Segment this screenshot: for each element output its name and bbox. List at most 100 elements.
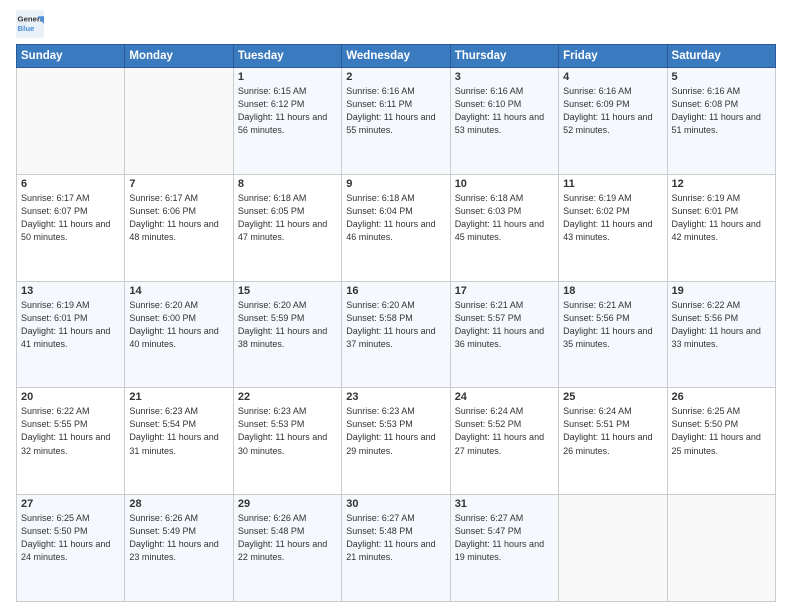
day-info: Sunrise: 6:16 AMSunset: 6:10 PMDaylight:…	[455, 85, 554, 137]
day-info: Sunrise: 6:24 AMSunset: 5:51 PMDaylight:…	[563, 405, 662, 457]
day-number: 28	[129, 498, 228, 510]
day-info: Sunrise: 6:20 AMSunset: 6:00 PMDaylight:…	[129, 299, 228, 351]
calendar-cell: 16 Sunrise: 6:20 AMSunset: 5:58 PMDayligh…	[342, 281, 450, 388]
day-number: 9	[346, 178, 445, 190]
day-number: 18	[563, 285, 662, 297]
calendar-cell	[125, 68, 233, 175]
day-info: Sunrise: 6:22 AMSunset: 5:55 PMDaylight:…	[21, 405, 120, 457]
calendar-cell	[17, 68, 125, 175]
calendar-cell: 5 Sunrise: 6:16 AMSunset: 6:08 PMDaylight…	[667, 68, 775, 175]
day-number: 16	[346, 285, 445, 297]
day-info: Sunrise: 6:26 AMSunset: 5:49 PMDaylight:…	[129, 512, 228, 564]
day-number: 15	[238, 285, 337, 297]
day-number: 23	[346, 391, 445, 403]
day-number: 10	[455, 178, 554, 190]
day-number: 19	[672, 285, 771, 297]
calendar-cell: 14 Sunrise: 6:20 AMSunset: 6:00 PMDayligh…	[125, 281, 233, 388]
calendar-cell: 13Sunrise: 6:19 AMSunset: 6:01 PMDayligh…	[17, 281, 125, 388]
page: General Blue SundayMondayTuesdayWednesda…	[0, 0, 792, 612]
calendar-col-saturday: Saturday	[667, 45, 775, 68]
logo-icon: General Blue	[16, 10, 44, 38]
day-info: Sunrise: 6:26 AMSunset: 5:48 PMDaylight:…	[238, 512, 337, 564]
day-info: Sunrise: 6:20 AMSunset: 5:59 PMDaylight:…	[238, 299, 337, 351]
day-number: 7	[129, 178, 228, 190]
day-info: Sunrise: 6:23 AMSunset: 5:53 PMDaylight:…	[238, 405, 337, 457]
day-info: Sunrise: 6:18 AMSunset: 6:05 PMDaylight:…	[238, 192, 337, 244]
calendar-cell: 17Sunrise: 6:21 AMSunset: 5:57 PMDayligh…	[450, 281, 558, 388]
day-info: Sunrise: 6:16 AMSunset: 6:09 PMDaylight:…	[563, 85, 662, 137]
day-info: Sunrise: 6:23 AMSunset: 5:53 PMDaylight:…	[346, 405, 445, 457]
day-number: 20	[21, 391, 120, 403]
day-number: 31	[455, 498, 554, 510]
logo: General Blue	[16, 10, 48, 38]
calendar-cell: 24 Sunrise: 6:24 AMSunset: 5:52 PMDayligh…	[450, 388, 558, 495]
calendar-cell: 25 Sunrise: 6:24 AMSunset: 5:51 PMDayligh…	[559, 388, 667, 495]
day-number: 25	[563, 391, 662, 403]
calendar-col-wednesday: Wednesday	[342, 45, 450, 68]
day-info: Sunrise: 6:16 AMSunset: 6:08 PMDaylight:…	[672, 85, 771, 137]
svg-text:Blue: Blue	[18, 24, 36, 33]
calendar-cell: 19 Sunrise: 6:22 AMSunset: 5:56 PMDayligh…	[667, 281, 775, 388]
calendar-cell: 27Sunrise: 6:25 AMSunset: 5:50 PMDayligh…	[17, 495, 125, 602]
day-number: 22	[238, 391, 337, 403]
day-number: 24	[455, 391, 554, 403]
day-info: Sunrise: 6:17 AMSunset: 6:06 PMDaylight:…	[129, 192, 228, 244]
calendar-cell	[667, 495, 775, 602]
day-number: 21	[129, 391, 228, 403]
day-number: 5	[672, 71, 771, 83]
calendar-cell: 8 Sunrise: 6:18 AMSunset: 6:05 PMDaylight…	[233, 174, 341, 281]
calendar-col-sunday: Sunday	[17, 45, 125, 68]
svg-text:General: General	[18, 15, 44, 24]
calendar-cell: 15 Sunrise: 6:20 AMSunset: 5:59 PMDayligh…	[233, 281, 341, 388]
calendar-cell: 1 Sunrise: 6:15 AMSunset: 6:12 PMDaylight…	[233, 68, 341, 175]
day-number: 30	[346, 498, 445, 510]
calendar-cell: 7 Sunrise: 6:17 AMSunset: 6:06 PMDaylight…	[125, 174, 233, 281]
calendar-cell: 23 Sunrise: 6:23 AMSunset: 5:53 PMDayligh…	[342, 388, 450, 495]
calendar-week-5: 27Sunrise: 6:25 AMSunset: 5:50 PMDayligh…	[17, 495, 776, 602]
day-number: 8	[238, 178, 337, 190]
calendar-week-4: 20 Sunrise: 6:22 AMSunset: 5:55 PMDayligh…	[17, 388, 776, 495]
day-info: Sunrise: 6:23 AMSunset: 5:54 PMDaylight:…	[129, 405, 228, 457]
calendar-cell: 12 Sunrise: 6:19 AMSunset: 6:01 PMDayligh…	[667, 174, 775, 281]
day-info: Sunrise: 6:18 AMSunset: 6:03 PMDaylight:…	[455, 192, 554, 244]
day-number: 27	[21, 498, 120, 510]
calendar-cell: 21 Sunrise: 6:23 AMSunset: 5:54 PMDayligh…	[125, 388, 233, 495]
day-number: 26	[672, 391, 771, 403]
calendar-table: SundayMondayTuesdayWednesdayThursdayFrid…	[16, 44, 776, 602]
day-info: Sunrise: 6:19 AMSunset: 6:01 PMDaylight:…	[672, 192, 771, 244]
calendar-cell: 10 Sunrise: 6:18 AMSunset: 6:03 PMDayligh…	[450, 174, 558, 281]
day-info: Sunrise: 6:15 AMSunset: 6:12 PMDaylight:…	[238, 85, 337, 137]
day-info: Sunrise: 6:17 AMSunset: 6:07 PMDaylight:…	[21, 192, 120, 244]
calendar-cell: 31 Sunrise: 6:27 AMSunset: 5:47 PMDayligh…	[450, 495, 558, 602]
calendar-cell: 30 Sunrise: 6:27 AMSunset: 5:48 PMDayligh…	[342, 495, 450, 602]
header: General Blue	[16, 10, 776, 38]
calendar-cell	[559, 495, 667, 602]
day-number: 6	[21, 178, 120, 190]
calendar-col-tuesday: Tuesday	[233, 45, 341, 68]
calendar-col-friday: Friday	[559, 45, 667, 68]
calendar-col-thursday: Thursday	[450, 45, 558, 68]
day-info: Sunrise: 6:27 AMSunset: 5:48 PMDaylight:…	[346, 512, 445, 564]
calendar-week-3: 13Sunrise: 6:19 AMSunset: 6:01 PMDayligh…	[17, 281, 776, 388]
day-number: 17	[455, 285, 554, 297]
day-info: Sunrise: 6:22 AMSunset: 5:56 PMDaylight:…	[672, 299, 771, 351]
day-number: 12	[672, 178, 771, 190]
calendar-cell: 28 Sunrise: 6:26 AMSunset: 5:49 PMDayligh…	[125, 495, 233, 602]
calendar-cell: 6 Sunrise: 6:17 AMSunset: 6:07 PMDaylight…	[17, 174, 125, 281]
calendar-col-monday: Monday	[125, 45, 233, 68]
calendar-cell: 18 Sunrise: 6:21 AMSunset: 5:56 PMDayligh…	[559, 281, 667, 388]
day-info: Sunrise: 6:18 AMSunset: 6:04 PMDaylight:…	[346, 192, 445, 244]
day-info: Sunrise: 6:20 AMSunset: 5:58 PMDaylight:…	[346, 299, 445, 351]
day-number: 29	[238, 498, 337, 510]
day-number: 1	[238, 71, 337, 83]
day-info: Sunrise: 6:21 AMSunset: 5:56 PMDaylight:…	[563, 299, 662, 351]
calendar-week-2: 6 Sunrise: 6:17 AMSunset: 6:07 PMDaylight…	[17, 174, 776, 281]
day-number: 14	[129, 285, 228, 297]
calendar-cell: 2Sunrise: 6:16 AMSunset: 6:11 PMDaylight…	[342, 68, 450, 175]
day-number: 13	[21, 285, 120, 297]
calendar-cell: 11Sunrise: 6:19 AMSunset: 6:02 PMDayligh…	[559, 174, 667, 281]
day-info: Sunrise: 6:27 AMSunset: 5:47 PMDaylight:…	[455, 512, 554, 564]
day-info: Sunrise: 6:24 AMSunset: 5:52 PMDaylight:…	[455, 405, 554, 457]
calendar-cell: 9 Sunrise: 6:18 AMSunset: 6:04 PMDaylight…	[342, 174, 450, 281]
day-info: Sunrise: 6:19 AMSunset: 6:02 PMDaylight:…	[563, 192, 662, 244]
